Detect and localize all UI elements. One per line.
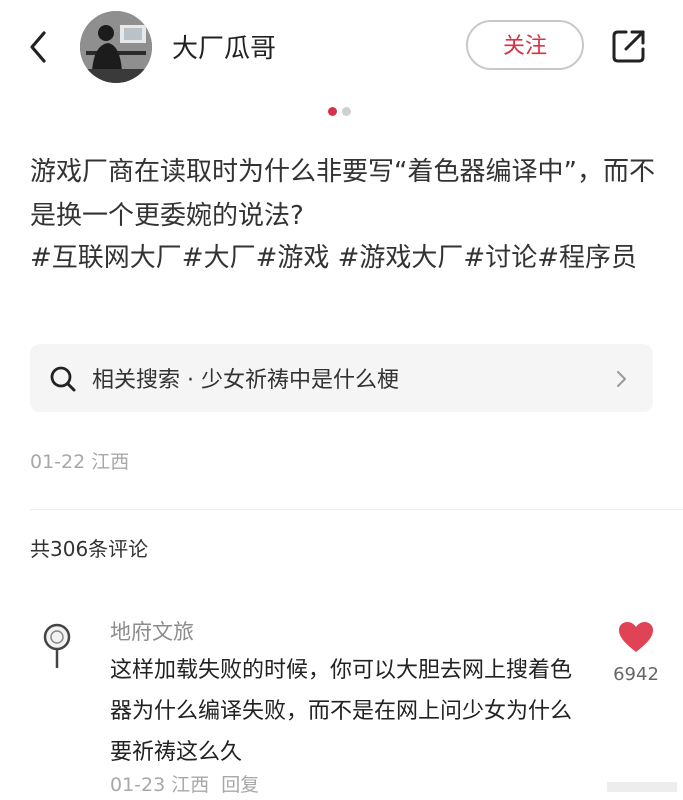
- watermark: [607, 782, 677, 792]
- like-count: 6942: [613, 664, 659, 685]
- related-search-text: 相关搜索 · 少女祈祷中是什么梗: [92, 368, 399, 393]
- author-name[interactable]: 大厂瓜哥: [172, 28, 276, 65]
- carousel-indicator: [328, 107, 356, 117]
- post-tags[interactable]: #互联网大厂#大厂#游戏 #游戏大厂#讨论#程序员: [30, 237, 655, 280]
- reply-button[interactable]: 回复: [221, 774, 259, 796]
- back-button[interactable]: [24, 27, 54, 67]
- follow-button[interactable]: 关注: [466, 20, 584, 70]
- post-date-location: 01-22 江西: [30, 451, 130, 473]
- commenter-avatar[interactable]: [40, 622, 74, 670]
- comment-text: 这样加载失败的时候，你可以大胆去网上搜着色器为什么编译失败，而不是在网上问少女为…: [110, 658, 573, 765]
- carousel-dot: [342, 107, 351, 116]
- carousel-dot-active: [328, 107, 337, 116]
- commenter-name[interactable]: 地府文旅: [110, 616, 194, 646]
- post-title: 游戏厂商在读取时为什么非要写“着色器编译中”，而不是换一个更委婉的说法?: [30, 157, 655, 231]
- like-button[interactable]: 6942: [606, 620, 666, 690]
- comment-date-location: 01-23 江西: [110, 774, 210, 796]
- comment-meta: 01-23 江西 回复: [110, 770, 259, 797]
- chevron-right-icon: [617, 371, 626, 387]
- comment-count: 共306条评论: [30, 537, 149, 561]
- related-search-bar[interactable]: 相关搜索 · 少女祈祷中是什么梗: [30, 344, 653, 412]
- heart-icon: [619, 622, 653, 652]
- author-avatar[interactable]: [80, 11, 152, 83]
- top-bar: 大厂瓜哥 关注: [0, 0, 683, 96]
- divider: [30, 509, 683, 510]
- share-icon: [612, 30, 645, 63]
- search-icon: [50, 366, 76, 392]
- back-arrow-icon: [30, 31, 46, 63]
- share-button[interactable]: [608, 25, 650, 67]
